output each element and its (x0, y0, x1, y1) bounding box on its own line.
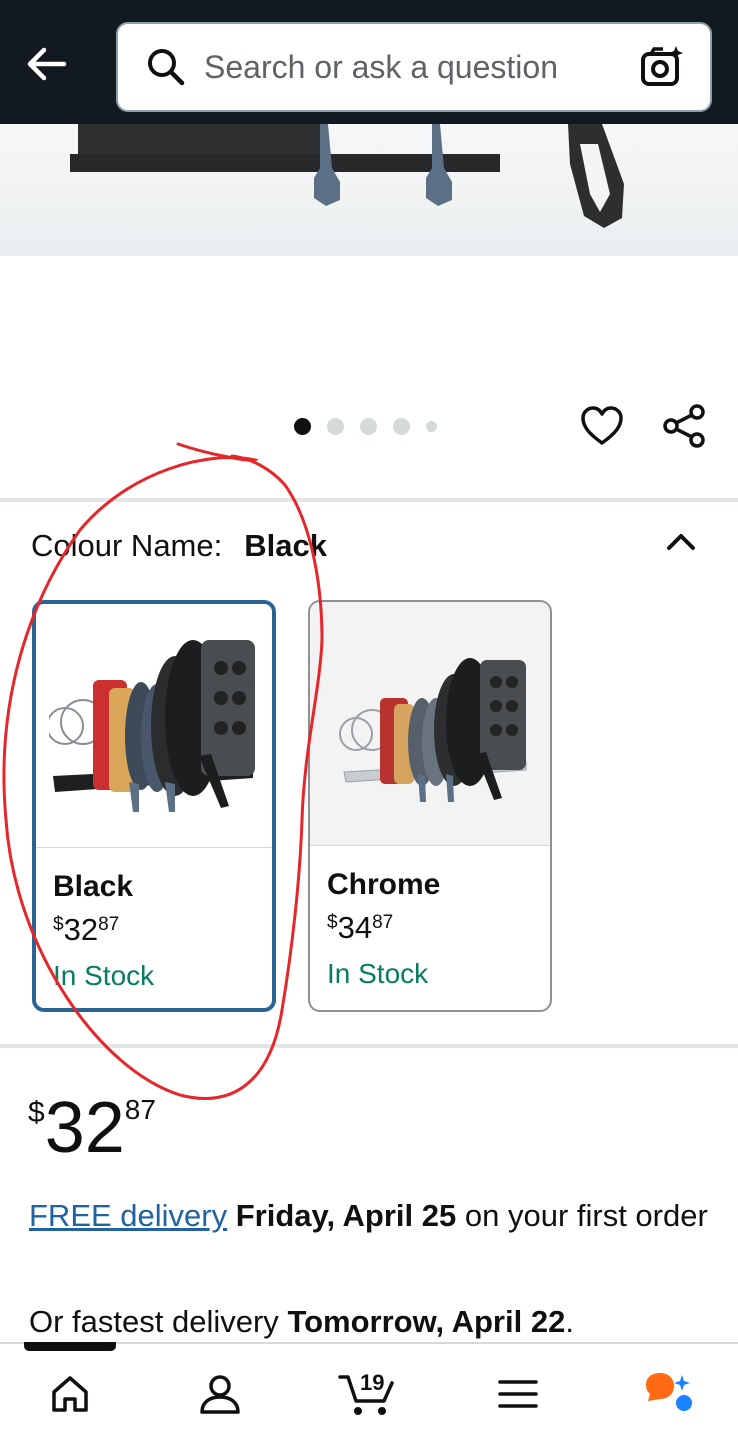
section-divider (0, 498, 738, 502)
carousel-dot[interactable] (294, 418, 311, 435)
stock-status: In Stock (53, 960, 155, 991)
stock-status: In Stock (327, 958, 429, 989)
swatch-price: $ 32 87 (53, 912, 272, 948)
price-cents: 87 (124, 1094, 156, 1125)
collapse-button[interactable] (656, 518, 706, 564)
free-delivery-link[interactable]: FREE delivery (29, 1198, 227, 1233)
colour-name-row: Colour Name: Black (31, 528, 327, 564)
delivery-date: Friday, April 25 (235, 1198, 457, 1233)
colour-name-value: Black (244, 528, 327, 563)
menu-icon (498, 1380, 538, 1408)
top-header (0, 0, 738, 124)
carousel-dot[interactable] (360, 418, 377, 435)
price-cents: 87 (372, 912, 394, 933)
product-price: $ 32 87 (28, 1086, 156, 1170)
price-symbol: $ (53, 914, 64, 935)
price-symbol: $ (28, 1096, 45, 1129)
delivery-info: FREE delivery Friday, April 25 on your f… (29, 1196, 709, 1236)
swatch-black[interactable]: Black $ 32 87 In Stock (32, 600, 276, 1012)
price-whole: 32 (63, 912, 99, 947)
price-whole: 32 (44, 1088, 125, 1168)
nav-home[interactable] (38, 1362, 102, 1426)
carousel-dot[interactable] (426, 421, 437, 432)
active-tab-indicator (24, 1342, 116, 1351)
carousel-dots[interactable] (294, 418, 437, 435)
wishlist-button[interactable] (576, 400, 628, 452)
pot-rack-chrome-image (339, 657, 527, 802)
swatch-name: Chrome (327, 868, 441, 901)
fastest-date: Tomorrow, April 22 (287, 1304, 566, 1339)
colour-name-label: Colour Name: (31, 528, 223, 563)
product-image[interactable] (0, 124, 738, 256)
share-button[interactable] (658, 400, 710, 452)
search-bar[interactable] (116, 22, 712, 112)
swatch-price: $ 34 87 (327, 910, 550, 946)
swatch-image (36, 604, 272, 848)
rufus-icon (646, 1373, 692, 1411)
camera-sparkle-icon[interactable] (634, 39, 690, 95)
search-icon (138, 39, 194, 95)
pot-rack-black-image (49, 639, 255, 812)
fastest-prefix: Or fastest delivery (29, 1304, 279, 1339)
home-icon (52, 1376, 88, 1412)
fastest-end: . (565, 1304, 574, 1339)
swatch-name: Black (53, 870, 134, 903)
swatch-chrome[interactable]: Chrome $ 34 87 In Stock (308, 600, 552, 1012)
price-symbol: $ (327, 912, 338, 933)
nav-account[interactable] (188, 1362, 252, 1426)
bottom-navigation: 19 (0, 1342, 738, 1440)
chevron-up-icon (667, 534, 695, 550)
section-divider (0, 1044, 738, 1048)
price-whole: 34 (337, 910, 373, 945)
fastest-delivery: Or fastest delivery Tomorrow, April 22. (29, 1302, 574, 1342)
back-arrow-icon (27, 47, 67, 81)
nav-rufus[interactable] (634, 1362, 698, 1426)
back-button[interactable] (18, 36, 74, 92)
carousel-dot[interactable] (327, 418, 344, 435)
carousel-dot[interactable] (393, 418, 410, 435)
nav-menu[interactable] (486, 1362, 550, 1426)
share-icon (663, 404, 705, 448)
pot-rack-image (70, 124, 624, 228)
price-cents: 87 (98, 914, 120, 935)
delivery-suffix: on your first order (464, 1198, 708, 1233)
account-icon (200, 1375, 240, 1414)
cart-count-badge: 19 (360, 1370, 385, 1395)
swatch-image (310, 602, 550, 846)
search-input[interactable] (204, 48, 634, 86)
heart-icon (581, 406, 623, 445)
